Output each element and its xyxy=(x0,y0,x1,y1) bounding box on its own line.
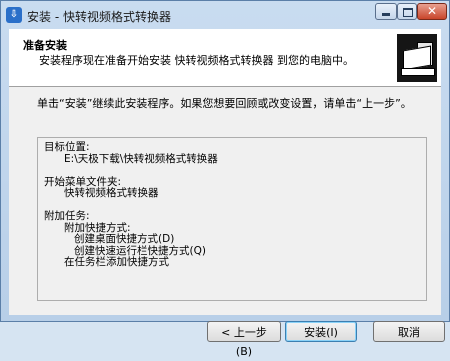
maximize-icon xyxy=(403,8,413,17)
page-subtitle: 安装程序现在准备开始安装 快转视频格式转换器 到您的电脑中。 xyxy=(39,54,354,67)
back-button[interactable]: < 上一步(B) xyxy=(207,321,281,358)
installer-window: ⇩ 安装 - 快转视频格式转换器 ✕ 准备安装 安装程序现在准备开始安装 快转视… xyxy=(0,0,450,358)
maximize-button[interactable] xyxy=(397,3,417,20)
close-icon: ✕ xyxy=(426,4,438,18)
minimize-icon xyxy=(382,13,390,16)
page-title: 准备安装 xyxy=(23,39,67,52)
close-button[interactable]: ✕ xyxy=(417,3,447,20)
setup-box-icon xyxy=(397,34,437,82)
wizard-header: 准备安装 安装程序现在准备开始安装 快转视频格式转换器 到您的电脑中。 xyxy=(9,29,441,87)
cancel-button[interactable]: 取消 xyxy=(373,321,445,342)
wizard-client-area: 准备安装 安装程序现在准备开始安装 快转视频格式转换器 到您的电脑中。 单击“安… xyxy=(9,29,445,358)
title-bar[interactable]: ⇩ 安装 - 快转视频格式转换器 ✕ xyxy=(1,1,449,29)
minimize-button[interactable] xyxy=(375,3,397,20)
settings-summary-memo[interactable]: 目标位置: E:\天极下载\快转视频格式转换器 开始菜单文件夹: 快转视频格式转… xyxy=(37,137,427,301)
instructions-text: 单击“安装”继续此安装程序。如果您想要回顾或改变设置，请单击“上一步”。 xyxy=(37,97,412,110)
installer-icon: ⇩ xyxy=(6,7,22,23)
install-button[interactable]: 安装(I) xyxy=(285,321,357,342)
window-title: 安装 - 快转视频格式转换器 xyxy=(27,10,171,24)
